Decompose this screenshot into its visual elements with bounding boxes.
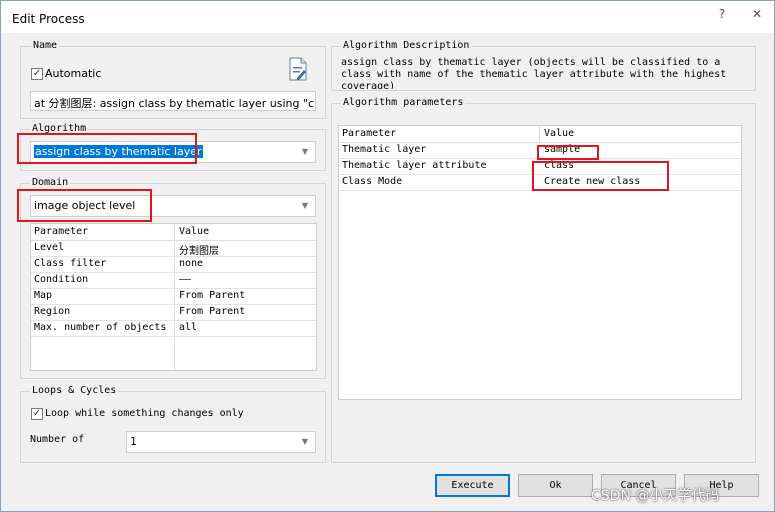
number-of-label: Number of (30, 434, 85, 445)
ok-button[interactable]: Ok (518, 474, 593, 497)
header-parameter: Parameter (342, 128, 397, 139)
automatic-checkbox[interactable]: ✓ (31, 68, 43, 80)
window-title: Edit Process (12, 12, 85, 26)
automatic-label: Automatic (45, 67, 102, 80)
close-icon[interactable]: ✕ (746, 5, 768, 23)
table-row[interactable]: Region From Parent (31, 305, 316, 321)
table-row[interactable]: Map From Parent (31, 289, 316, 305)
table-row[interactable]: Max. number of objects all (31, 321, 316, 337)
highlight-box-class (532, 161, 669, 191)
domain-legend: Domain (30, 176, 71, 190)
highlight-box-domain (17, 189, 152, 222)
loops-legend: Loops & Cycles (30, 384, 119, 398)
name-legend: Name (31, 39, 60, 53)
header-parameter: Parameter (34, 226, 89, 237)
help-icon[interactable]: ? (711, 5, 733, 23)
chevron-down-icon[interactable]: ▼ (296, 433, 314, 451)
execute-button[interactable]: Execute (435, 474, 510, 497)
params-legend: Algorithm parameters (341, 96, 466, 110)
table-row[interactable]: Level 分割图层 (31, 241, 316, 257)
chevron-down-icon[interactable]: ▼ (296, 197, 314, 215)
header-value: Value (179, 226, 210, 237)
description-legend: Algorithm Description (341, 39, 472, 53)
highlight-box-algorithm (17, 133, 197, 164)
highlight-box-sample (537, 145, 599, 160)
loop-label: Loop while something changes only (45, 408, 244, 419)
process-name-field[interactable]: at 分割图层: assign class by thematic layer … (30, 91, 316, 111)
table-row[interactable]: Class filter none (31, 257, 316, 273)
title-bar: Edit Process ? ✕ (1, 1, 774, 33)
document-edit-icon[interactable] (287, 56, 309, 82)
loop-checkbox[interactable]: ✓ (31, 408, 43, 420)
edit-process-dialog: Edit Process ? ✕ Name ✓ Automatic at 分割图… (0, 0, 775, 512)
domain-parameters-table: Parameter Value Level 分割图层 Class filter no… (30, 223, 317, 371)
algorithm-description: assign class by thematic layer (objects … (341, 57, 727, 89)
column-divider (539, 126, 540, 143)
header-value: Value (544, 128, 575, 139)
chevron-down-icon[interactable]: ▼ (296, 143, 314, 161)
number-of-select[interactable]: 1 ▼ (126, 431, 316, 453)
table-header: Parameter Value (339, 126, 741, 143)
table-row[interactable]: Condition —— (31, 273, 316, 289)
watermark-text: CSDN @小天学代码 (591, 488, 720, 504)
number-of-value: 1 (130, 435, 137, 448)
